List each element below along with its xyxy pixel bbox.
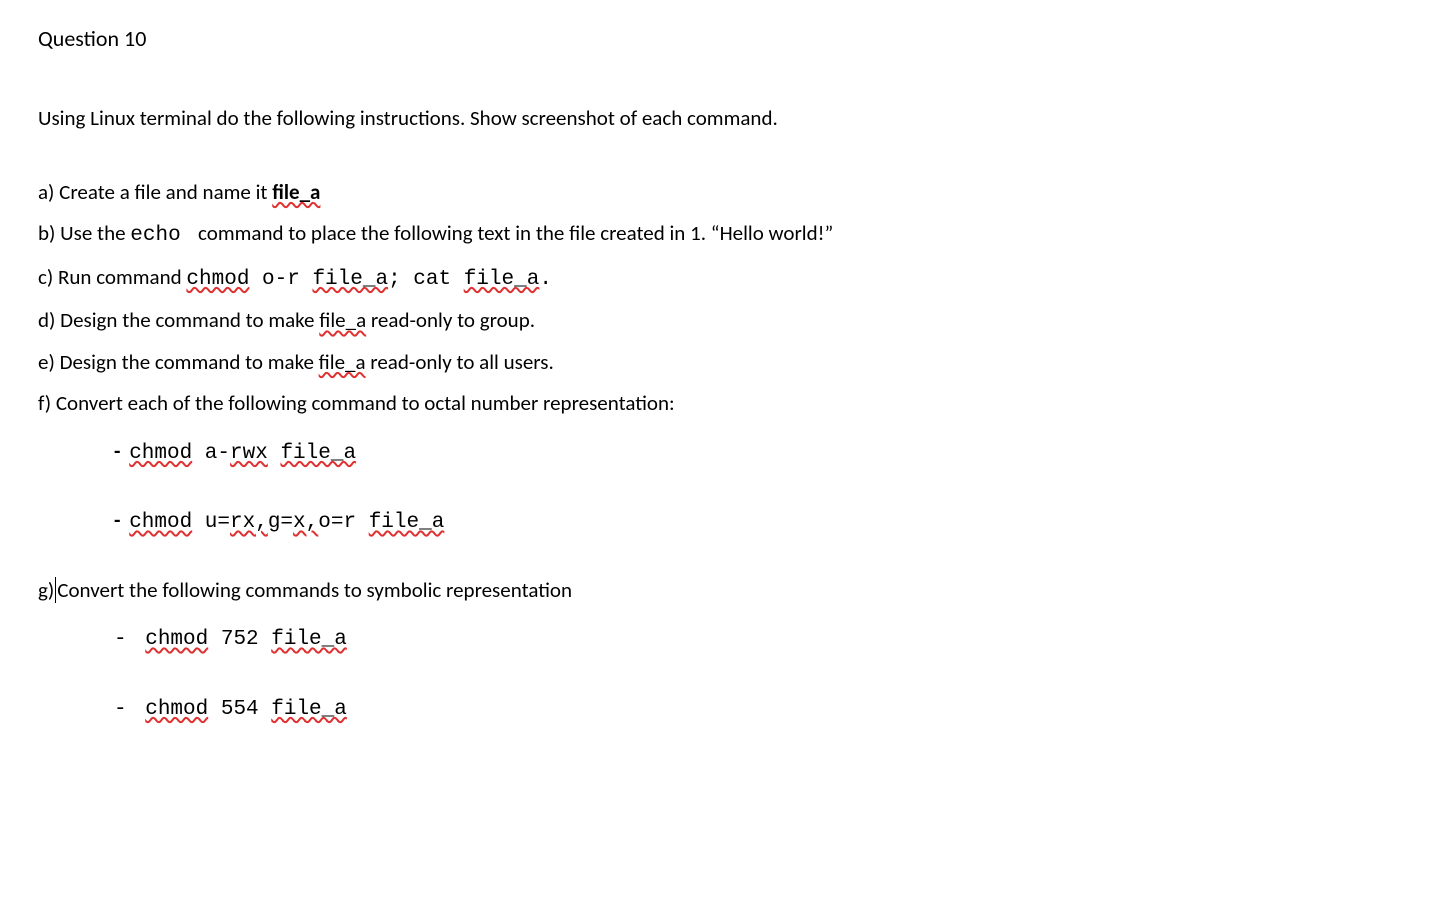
f2-chmod: chmod — [129, 511, 192, 534]
f2-t2: g= — [268, 511, 293, 534]
f2-t1: u= — [192, 511, 230, 534]
item-c: c) Run command chmod o-r file_a; cat fil… — [38, 262, 1412, 296]
item-d-t2: read-only to group. — [366, 307, 535, 333]
item-d: d) Design the command to make file_a rea… — [38, 305, 1412, 337]
item-a: a) Create a file and name it file_a — [38, 177, 1412, 209]
item-d-t1: d) Design the command to make — [38, 307, 319, 333]
g-list: - chmod 752 file_a - chmod 554 file_a — [114, 622, 1412, 725]
item-g-text: Convert the following commands to symbol… — [57, 577, 572, 603]
file-a-c1: file_a — [312, 268, 388, 291]
item-e-t1: e) Design the command to make — [38, 349, 319, 375]
f2-t3: o=r — [318, 511, 368, 534]
f-row-1: - chmod a-rwx file_a — [114, 436, 1412, 470]
g1-mid: 752 — [208, 628, 271, 651]
g-row-2: - chmod 554 file_a — [114, 692, 1412, 726]
f1-chmod: chmod — [129, 442, 192, 465]
item-c-t1: c) Run command — [38, 264, 186, 290]
f1-mid: a- — [192, 442, 230, 465]
item-f-t1: f) Convert each of the following command… — [38, 390, 675, 416]
file-a-d: file_a — [319, 307, 366, 333]
item-b-t2: command to place the following text in t… — [193, 220, 833, 246]
echo-cmd: echo — [130, 224, 193, 247]
item-c-dot: . — [539, 268, 552, 291]
g1-chmod: chmod — [145, 628, 208, 651]
g2-mid: 554 — [208, 698, 271, 721]
f-row-2: - chmod u=rx,g=x,o=r file_a — [114, 505, 1412, 539]
g2-file: file_a — [271, 698, 347, 721]
item-c-sp2: ; cat — [388, 268, 464, 291]
bullet-dash: - — [114, 628, 139, 651]
f2-rx: rx, — [230, 511, 268, 534]
f2-x: x, — [293, 511, 318, 534]
file-a-c2: file_a — [464, 268, 540, 291]
f1-rwx: rwx — [230, 442, 268, 465]
f1-sp — [268, 442, 281, 465]
item-f: f) Convert each of the following command… — [38, 388, 1412, 420]
item-b: b) Use the echo command to place the fol… — [38, 218, 1412, 252]
bullet-dash: - — [114, 507, 125, 533]
item-e-t2: read-only to all users. — [366, 349, 554, 375]
f2-file: file_a — [369, 511, 445, 534]
g2-chmod: chmod — [145, 698, 208, 721]
item-g: g)Convert the following commands to symb… — [38, 575, 1412, 607]
file-a-e: file_a — [319, 349, 366, 375]
file-a-bold: file_a — [272, 179, 320, 205]
g1-file: file_a — [271, 628, 347, 651]
item-c-sp1: o-r — [249, 268, 312, 291]
item-b-t1: b) Use the — [38, 220, 130, 246]
intro-text: Using Linux terminal do the following in… — [38, 103, 1412, 135]
item-g-label: g) — [38, 577, 54, 603]
question-heading: Question 10 — [38, 22, 1412, 55]
chmod-cmd-1: chmod — [186, 268, 249, 291]
bullet-dash: - — [114, 438, 125, 464]
g-row-1: - chmod 752 file_a — [114, 622, 1412, 656]
f-list: - chmod a-rwx file_a - chmod u=rx,g=x,o=… — [114, 436, 1412, 539]
item-a-prefix: a) Create a file and name it — [38, 179, 272, 205]
item-e: e) Design the command to make file_a rea… — [38, 347, 1412, 379]
f1-file: file_a — [280, 442, 356, 465]
bullet-dash: - — [114, 698, 139, 721]
